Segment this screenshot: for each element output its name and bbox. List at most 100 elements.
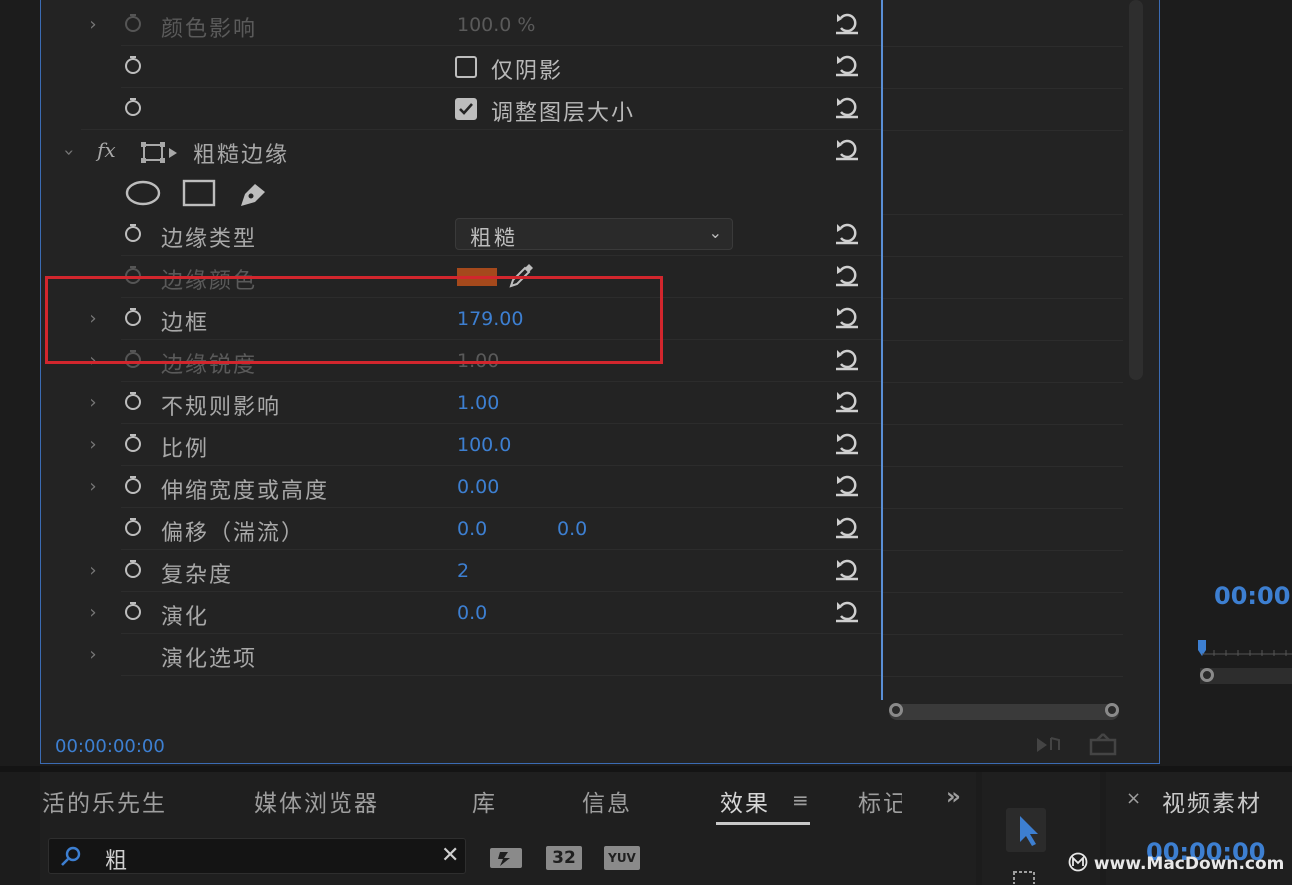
reset-parameter-icon[interactable] xyxy=(833,472,861,498)
reset-effect-icon[interactable] xyxy=(833,136,861,162)
tab-effects[interactable]: 效果 xyxy=(720,784,770,818)
macdown-logo-icon xyxy=(1068,852,1088,872)
stopwatch-icon[interactable] xyxy=(123,601,143,621)
property-value-y[interactable]: 0.0 xyxy=(557,518,587,540)
tab-info[interactable]: 信息 xyxy=(582,784,632,818)
expand-chevron-icon[interactable]: › xyxy=(85,392,101,413)
effect-controls-footer: 00:00:00:00 xyxy=(41,730,1159,762)
play-audio-icon[interactable] xyxy=(1035,734,1065,756)
checkbox-label: 调整图层大小 xyxy=(491,101,636,126)
property-label: 演化选项 xyxy=(161,647,258,672)
tab-markers[interactable]: 标记 xyxy=(858,784,902,818)
reset-parameter-icon[interactable] xyxy=(833,388,861,414)
effect-controls-panel: › 颜色影响 100.0 % 仅阴影 调整图层大小 › fx 粗糙边缘 边缘类型… xyxy=(40,0,1160,764)
property-value[interactable]: 100.0 xyxy=(457,434,511,456)
active-tab-indicator xyxy=(716,822,810,825)
tab-overflow-icon[interactable]: » xyxy=(946,784,963,810)
stopwatch-icon[interactable] xyxy=(123,517,143,537)
stopwatch-icon[interactable] xyxy=(123,223,143,243)
property-row-scale: › 比例 100.0 xyxy=(41,424,881,466)
32-bit-icon[interactable]: 32 xyxy=(546,846,582,870)
reset-parameter-icon[interactable] xyxy=(833,514,861,540)
stopwatch-icon[interactable] xyxy=(123,55,143,75)
tab-media-browser[interactable]: 媒体浏览器 xyxy=(254,784,379,818)
pen-mask-icon[interactable] xyxy=(235,178,271,208)
program-time-ruler[interactable] xyxy=(1196,640,1292,664)
highlight-annotation-box xyxy=(45,276,663,364)
zoom-handle-right[interactable] xyxy=(1105,703,1119,717)
property-label: 演化 xyxy=(161,605,210,630)
clear-search-icon[interactable]: ✕ xyxy=(441,843,459,868)
property-label: 复杂度 xyxy=(161,563,234,588)
reset-parameter-icon[interactable] xyxy=(833,52,861,78)
property-row-color-influence: › 颜色影响 100.0 % xyxy=(41,4,881,46)
reset-parameter-icon[interactable] xyxy=(833,10,861,36)
expand-chevron-icon[interactable]: › xyxy=(85,644,101,665)
checkmark-icon xyxy=(459,103,473,115)
edge-type-dropdown[interactable]: 粗糙 ⌄ xyxy=(455,218,733,250)
program-zoom-bar[interactable] xyxy=(1200,668,1292,684)
program-monitor-timecode[interactable]: 00:00: xyxy=(1214,582,1292,610)
property-label: 边缘类型 xyxy=(161,227,258,252)
keyframe-timeline-area[interactable] xyxy=(881,0,1123,700)
fx-toggle[interactable]: fx xyxy=(97,138,116,162)
panel-menu-icon[interactable]: ≡ xyxy=(792,788,811,812)
zoom-scrollbar[interactable] xyxy=(889,703,1119,720)
reset-parameter-icon[interactable] xyxy=(833,556,861,582)
expand-chevron-icon[interactable]: › xyxy=(85,602,101,623)
vertical-scrollbar[interactable] xyxy=(1129,0,1143,380)
property-value[interactable]: 0.0 xyxy=(457,602,487,624)
property-value[interactable]: 100.0 % xyxy=(457,14,536,36)
export-icon[interactable] xyxy=(1089,732,1119,756)
reset-parameter-icon[interactable] xyxy=(833,430,861,456)
yuv-icon[interactable]: YUV xyxy=(604,846,640,870)
property-row-fractal-influence: › 不规则影响 1.00 xyxy=(41,382,881,424)
property-value-x[interactable]: 0.0 xyxy=(457,518,487,540)
rectangle-mask-icon[interactable] xyxy=(181,178,217,208)
reset-parameter-icon[interactable] xyxy=(833,346,861,372)
track-select-tool-icon[interactable] xyxy=(1012,870,1042,884)
selection-tool-icon[interactable] xyxy=(1006,808,1046,852)
playhead-timecode[interactable]: 00:00:00:00 xyxy=(55,736,165,757)
stopwatch-icon[interactable] xyxy=(123,475,143,495)
property-row-resize-layer: 调整图层大小 xyxy=(41,88,881,130)
effects-search-input[interactable]: 粗 ✕ xyxy=(48,838,466,874)
zoom-handle-left[interactable] xyxy=(889,703,903,717)
source-panel-title[interactable]: 视频素材 xyxy=(1162,784,1262,818)
stopwatch-icon[interactable] xyxy=(123,13,143,33)
effect-header-roughen-edges[interactable]: › fx 粗糙边缘 xyxy=(41,130,881,172)
collapse-chevron-icon[interactable]: › xyxy=(59,145,80,161)
tab-project[interactable]: 活的乐先生 xyxy=(42,784,167,818)
accelerated-effects-icon[interactable] xyxy=(488,842,524,872)
shadow-only-checkbox[interactable] xyxy=(455,56,477,78)
effect-property-list: › 颜色影响 100.0 % 仅阴影 调整图层大小 › fx 粗糙边缘 边缘类型… xyxy=(41,0,881,700)
reset-parameter-icon[interactable] xyxy=(833,262,861,288)
reset-parameter-icon[interactable] xyxy=(833,598,861,624)
resize-layer-checkbox[interactable] xyxy=(455,98,477,120)
property-row-edge-type: 边缘类型 粗糙 ⌄ xyxy=(41,214,881,256)
property-row-offset-turbulence: 偏移（湍流） 0.0 0.0 xyxy=(41,508,881,550)
stopwatch-icon[interactable] xyxy=(123,433,143,453)
expand-chevron-icon[interactable]: › xyxy=(85,560,101,581)
property-row-shadow-only: 仅阴影 xyxy=(41,46,881,88)
expand-chevron-icon[interactable]: › xyxy=(85,476,101,497)
stopwatch-icon[interactable] xyxy=(123,391,143,411)
property-value[interactable]: 1.00 xyxy=(457,392,499,414)
tab-libraries[interactable]: 库 xyxy=(472,784,497,818)
expand-chevron-icon[interactable]: › xyxy=(85,14,101,35)
property-value[interactable]: 0.00 xyxy=(457,476,499,498)
reset-parameter-icon[interactable] xyxy=(833,220,861,246)
watermark: www.MacDown.com xyxy=(1068,852,1284,874)
property-value[interactable]: 2 xyxy=(457,560,469,582)
stopwatch-icon[interactable] xyxy=(123,97,143,117)
zoom-handle-left[interactable] xyxy=(1200,668,1214,682)
expand-chevron-icon[interactable]: › xyxy=(85,434,101,455)
transform-icon[interactable] xyxy=(141,142,179,164)
reset-parameter-icon[interactable] xyxy=(833,304,861,330)
stopwatch-icon[interactable] xyxy=(123,559,143,579)
property-row-evolution: › 演化 0.0 xyxy=(41,592,881,634)
ellipse-mask-icon[interactable] xyxy=(125,178,161,208)
property-row-stretch-width-height: › 伸缩宽度或高度 0.00 xyxy=(41,466,881,508)
close-icon[interactable]: × xyxy=(1126,788,1141,809)
reset-parameter-icon[interactable] xyxy=(833,94,861,120)
